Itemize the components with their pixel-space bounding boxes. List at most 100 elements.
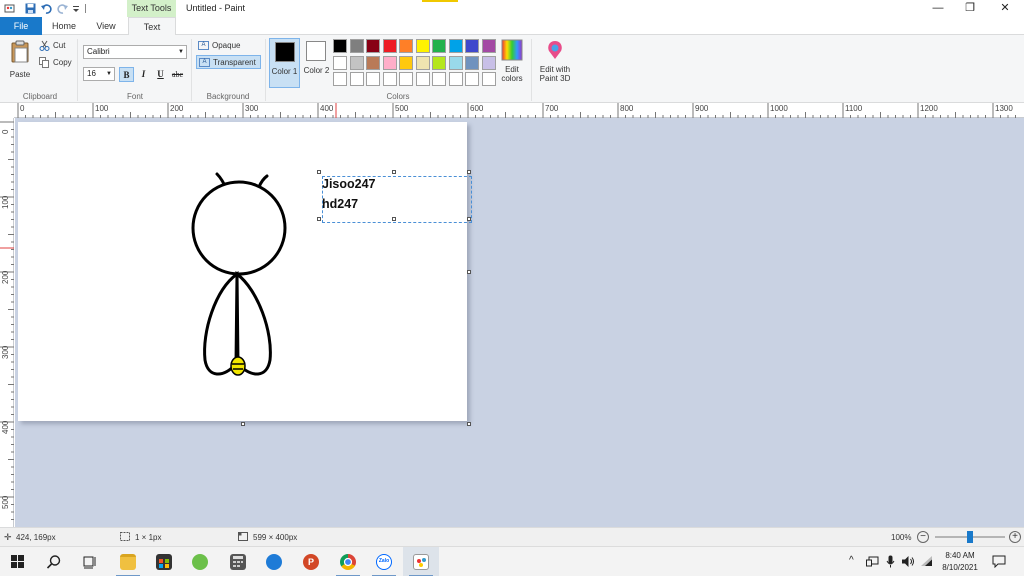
wifi-icon[interactable] — [920, 555, 933, 569]
canvas-resize-handle-corner[interactable] — [467, 422, 471, 426]
palette-color-swatch[interactable] — [382, 55, 397, 70]
palette-color-swatch[interactable] — [465, 39, 479, 53]
edit-with-paint3d-label: Edit with Paint 3D — [539, 65, 571, 83]
opaque-button[interactable]: A Opaque — [196, 39, 256, 53]
minimize-button[interactable]: — — [923, 0, 953, 17]
palette-color-swatch[interactable] — [448, 55, 463, 70]
show-hidden-icons[interactable]: ^ — [849, 555, 854, 566]
canvas-resize-handle-bottom[interactable] — [241, 422, 245, 426]
tab-view[interactable]: View — [86, 17, 126, 35]
palette-color-swatch[interactable] — [481, 55, 496, 70]
font-family-select[interactable]: Calibri ▼ — [83, 45, 187, 59]
palette-color-swatch[interactable] — [432, 72, 446, 86]
palette-color-swatch[interactable] — [333, 39, 347, 53]
taskbar-zalo[interactable]: Zalo — [366, 547, 402, 576]
canvas-resize-handle-right[interactable] — [467, 270, 471, 274]
textbox-handle[interactable] — [392, 217, 396, 221]
canvas-text-line-1[interactable]: Jisoo247 — [322, 177, 376, 191]
palette-color-swatch[interactable] — [481, 72, 496, 86]
zoom-in-button[interactable]: + — [1009, 531, 1021, 543]
strikethrough-button[interactable]: abc — [170, 67, 185, 82]
taskbar-store[interactable] — [146, 547, 182, 576]
tab-text[interactable]: Text — [128, 17, 176, 36]
textbox-handle[interactable] — [467, 217, 471, 221]
palette-color-swatch[interactable] — [432, 55, 446, 70]
palette-color-swatch[interactable] — [382, 39, 397, 53]
palette-color-swatch[interactable] — [399, 72, 413, 86]
save-icon[interactable] — [25, 3, 36, 14]
italic-button[interactable]: I — [136, 67, 151, 82]
microphone-icon[interactable] — [886, 555, 895, 570]
color1-button[interactable]: Color 1 — [269, 38, 300, 88]
palette-color-swatch[interactable] — [366, 39, 380, 53]
transparent-button[interactable]: A Transparent — [196, 55, 261, 69]
edit-with-paint3d-button[interactable]: Edit with Paint 3D — [535, 39, 575, 83]
paste-button[interactable]: Paste — [6, 40, 34, 79]
cut-button[interactable]: Cut — [53, 41, 65, 50]
palette-color-swatch[interactable] — [349, 39, 364, 53]
zoom-slider[interactable] — [935, 531, 1005, 543]
palette-color-swatch[interactable] — [481, 39, 496, 53]
edit-colors-button[interactable]: Edit colors — [497, 39, 527, 83]
taskbar-powerpoint[interactable]: P — [293, 547, 329, 576]
tab-file[interactable]: File — [0, 17, 42, 35]
taskbar-app-green[interactable] — [182, 547, 218, 576]
customize-quick-access-icon[interactable] — [72, 3, 80, 14]
textbox-handle[interactable] — [317, 170, 321, 174]
palette-color-swatch[interactable] — [465, 55, 479, 70]
palette-color-swatch[interactable] — [366, 72, 380, 86]
drawing-canvas[interactable]: Jisoo247 hd247 — [18, 122, 472, 421]
underline-button[interactable]: U — [153, 67, 168, 82]
copy-button[interactable]: Copy — [53, 58, 72, 67]
palette-color-swatch[interactable] — [399, 55, 413, 70]
palette-color-swatch[interactable] — [382, 72, 397, 86]
bold-button[interactable]: B — [119, 67, 134, 82]
font-size-select[interactable]: 16 ▼ — [83, 67, 115, 81]
undo-icon[interactable] — [41, 3, 52, 14]
network-device-icon[interactable] — [866, 556, 879, 569]
search-button[interactable] — [36, 547, 72, 576]
taskbar-blue-app[interactable] — [256, 547, 292, 576]
green-app-icon — [192, 554, 208, 570]
start-button[interactable] — [0, 547, 36, 576]
palette-color-swatch[interactable] — [448, 72, 463, 86]
taskbar-calculator[interactable] — [220, 547, 256, 576]
palette-color-swatch[interactable] — [432, 39, 446, 53]
clipboard-group-label: Clipboard — [22, 92, 58, 101]
textbox-handle[interactable] — [467, 170, 471, 174]
task-view-button[interactable] — [72, 547, 108, 576]
palette-color-swatch[interactable] — [349, 72, 364, 86]
close-button[interactable]: ✕ — [990, 0, 1020, 17]
redo-icon[interactable] — [57, 3, 68, 14]
taskbar-paint[interactable] — [403, 547, 439, 576]
ruler-label: 800 — [620, 104, 634, 113]
palette-color-swatch[interactable] — [415, 72, 430, 86]
volume-icon[interactable] — [901, 555, 915, 570]
palette-color-swatch[interactable] — [333, 55, 347, 70]
palette-color-swatch[interactable] — [448, 39, 463, 53]
horizontal-ruler: 0 100 200 300 400 500 600 700 800 900 1000 1100 1200… — [14, 103, 1024, 118]
canvas-text-line-2[interactable]: hd247 — [322, 197, 358, 211]
palette-color-swatch[interactable] — [465, 72, 479, 86]
bee-drawing — [191, 172, 287, 376]
palette-color-swatch[interactable] — [415, 39, 430, 53]
palette-color-swatch[interactable] — [366, 55, 380, 70]
notification-center-icon[interactable] — [992, 555, 1006, 570]
paste-label: Paste — [9, 70, 31, 79]
restore-button[interactable]: ❐ — [955, 0, 985, 17]
palette-color-swatch[interactable] — [333, 72, 347, 86]
taskbar-chrome[interactable] — [330, 547, 366, 576]
opaque-icon: A — [198, 41, 209, 50]
taskbar-file-explorer[interactable] — [110, 547, 146, 576]
palette-color-swatch[interactable] — [399, 39, 413, 53]
zoom-out-button[interactable]: − — [917, 531, 929, 543]
canvas-workspace[interactable]: Jisoo247 hd247 — [15, 118, 1024, 527]
zoom-slider-thumb[interactable] — [967, 531, 973, 543]
textbox-handle[interactable] — [317, 217, 321, 221]
palette-color-swatch[interactable] — [415, 55, 430, 70]
palette-color-swatch[interactable] — [349, 55, 364, 70]
textbox-handle[interactable] — [392, 170, 396, 174]
color2-button[interactable]: Color 2 — [301, 38, 332, 88]
taskbar-clock[interactable]: 8:40 AM 8/10/2021 — [935, 550, 985, 574]
tab-home[interactable]: Home — [44, 17, 84, 35]
